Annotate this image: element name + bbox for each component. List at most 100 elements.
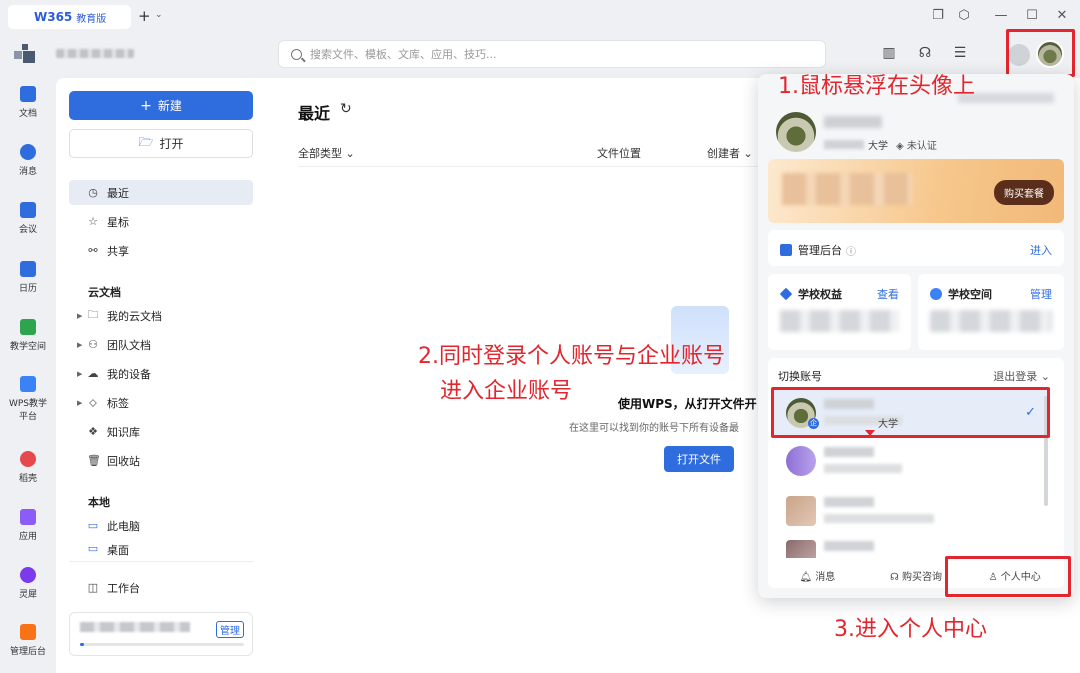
reader-icon[interactable]: ▥ [881, 45, 897, 61]
doc-icon [20, 86, 36, 102]
daoke-icon [20, 451, 36, 467]
logout-dropdown[interactable]: 退出登录 ⌄ [993, 368, 1050, 384]
rail-item-lingxi[interactable]: 灵犀 [0, 567, 56, 600]
sidebar-item-share[interactable]: ⚯ 共享 [69, 238, 253, 263]
edition-label: 教育版 [76, 13, 107, 25]
sidebar-item-this-pc[interactable]: ▭ 此电脑 [69, 513, 253, 538]
headset-icon: ☊ [889, 571, 903, 583]
apps-icon [20, 509, 36, 525]
app-tab[interactable]: W365 教育版 [8, 5, 131, 29]
window-tile-icon[interactable]: ❐ [930, 8, 946, 23]
sidebar-item-workbench[interactable]: ◫ 工作台 [69, 575, 253, 600]
sidebar-item-my-devices[interactable]: ▶ ☁ 我的设备 [69, 361, 253, 386]
plus-icon: + [140, 97, 152, 114]
bell-icon: 🔔︎ [799, 571, 816, 583]
storage-progress [80, 643, 244, 646]
wps-teaching-icon [20, 376, 36, 392]
caret-right-icon[interactable]: ▶ [77, 399, 82, 407]
enter-admin-link[interactable]: 进入 [1030, 242, 1052, 258]
sidebar-item-star[interactable]: ☆ 星标 [69, 209, 253, 234]
blurred-account-name [824, 541, 874, 551]
search-icon [291, 48, 302, 60]
account-avatar [786, 540, 816, 558]
account-item[interactable] [772, 532, 1050, 558]
left-rail: 文档 消息 会议 日历 教学空间 WPS教学 平台 稻壳 应用 灵犀 管理后台 [0, 78, 56, 673]
blurred-account-name [824, 447, 874, 457]
caret-right-icon[interactable]: ▶ [77, 341, 82, 349]
blurred-account-name [824, 497, 874, 507]
rail-item-calendar[interactable]: 日历 [0, 261, 56, 294]
sliders-icon[interactable]: ☰ [952, 45, 968, 61]
rail-item-admin[interactable]: 管理后台 [0, 624, 56, 657]
account-popup: 大学 ◈ 未认证 购买套餐 管理后台 ⓘ 进入 学校权益 查看 学校空间 管理 切… [758, 74, 1074, 598]
cloud-icon [930, 288, 942, 300]
account-item[interactable] [772, 488, 1050, 536]
sidebar-item-my-cloud[interactable]: ▶ 🗀 我的云文档 [69, 303, 253, 328]
profile-avatar[interactable] [776, 112, 816, 152]
empty-subtitle: 在这里可以找到你的账号下所有设备最 [569, 423, 739, 434]
verify-status: ◈ 未认证 [896, 141, 937, 152]
new-button[interactable]: + 新建 [69, 91, 253, 120]
column-creator[interactable]: 创建者 ⌄ [707, 145, 753, 161]
storage-card: 管理 [69, 612, 253, 656]
buy-package-button[interactable]: 购买套餐 [994, 180, 1054, 205]
headset-icon[interactable]: ☊ [917, 45, 933, 61]
minimize-button[interactable]: — [993, 8, 1009, 23]
open-button[interactable]: 🗁 打开 [69, 129, 253, 158]
footer-messages[interactable]: 🔔︎ 消息 [768, 568, 867, 583]
caret-right-icon[interactable]: ▶ [77, 312, 82, 320]
workbench-icon: ◫ [87, 581, 99, 594]
cloud-section-title: 云文档 [88, 286, 121, 299]
storage-manage-button[interactable]: 管理 [216, 621, 244, 638]
annotation-box-personal-center [945, 556, 1071, 597]
rail-item-daoke[interactable]: 稻壳 [0, 451, 56, 484]
rail-item-messages[interactable]: 消息 [0, 144, 56, 177]
annotation-1: 1.鼠标悬浮在头像上 [778, 74, 975, 99]
sidebar-item-knowledge-base[interactable]: ❖ 知识库 [69, 419, 253, 444]
blurred-banner-text [782, 173, 912, 205]
rail-item-teaching-space[interactable]: 教学空间 [0, 319, 56, 352]
trash-icon: 🗑 [87, 454, 101, 467]
message-icon [20, 144, 36, 160]
view-rights-link[interactable]: 查看 [877, 286, 899, 302]
rail-item-docs[interactable]: 文档 [0, 86, 56, 119]
open-file-button[interactable]: 打开文件 [664, 446, 734, 472]
maximize-button[interactable]: ☐ [1024, 8, 1040, 23]
sidebar-item-recent[interactable]: ◷ 最近 [69, 180, 253, 205]
admin-card[interactable]: 管理后台 ⓘ 进入 [768, 230, 1064, 266]
cube-icon[interactable]: ⬡ [956, 8, 972, 23]
caret-right-icon[interactable]: ▶ [77, 370, 82, 378]
sidebar-item-desktop[interactable]: ▭ 桌面 [69, 542, 253, 556]
school-space-card: 学校空间 管理 [918, 274, 1064, 350]
column-location: 文件位置 [597, 147, 641, 160]
wps-logo: W365 [34, 10, 73, 24]
chevron-down-icon[interactable]: ⌄ [155, 10, 163, 20]
info-icon: ⓘ [846, 246, 856, 258]
new-tab-button[interactable]: + [138, 7, 151, 25]
rail-item-apps[interactable]: 应用 [0, 509, 56, 542]
share-icon: ⚯ [88, 244, 98, 257]
knowledge-icon: ❖ [88, 425, 98, 438]
refresh-icon[interactable]: ↻ [340, 101, 352, 117]
search-bar[interactable]: 搜索文件、模板、文库、应用、技巧... [278, 40, 826, 68]
account-avatar [786, 496, 816, 526]
team-icon: ⚇ [88, 338, 98, 351]
tag-icon: ⬦ [89, 395, 97, 409]
rail-item-wps-teaching[interactable]: WPS教学 平台 [0, 376, 56, 422]
desktop-icon: ▭ [87, 542, 99, 555]
account-item[interactable] [772, 438, 1050, 486]
calendar-icon [20, 261, 36, 277]
folder-icon: 🗁 [138, 135, 154, 149]
diamond-icon [779, 287, 793, 301]
sidebar-item-team-docs[interactable]: ▶ ⚇ 团队文档 [69, 332, 253, 357]
annotation-3: 3.进入个人中心 [834, 617, 987, 642]
clock-icon: ◷ [88, 186, 98, 199]
close-button[interactable]: ✕ [1054, 8, 1070, 23]
manage-space-link[interactable]: 管理 [1030, 286, 1052, 302]
blurred-storage-info [80, 622, 190, 632]
sidebar-item-tags[interactable]: ▶ ⬦ 标签 [69, 390, 253, 415]
filter-type-dropdown[interactable]: 全部类型 ⌄ [298, 145, 355, 161]
admin-icon [780, 244, 792, 256]
sidebar-item-trash[interactable]: 🗑 回收站 [69, 448, 253, 473]
rail-item-meeting[interactable]: 会议 [0, 202, 56, 235]
